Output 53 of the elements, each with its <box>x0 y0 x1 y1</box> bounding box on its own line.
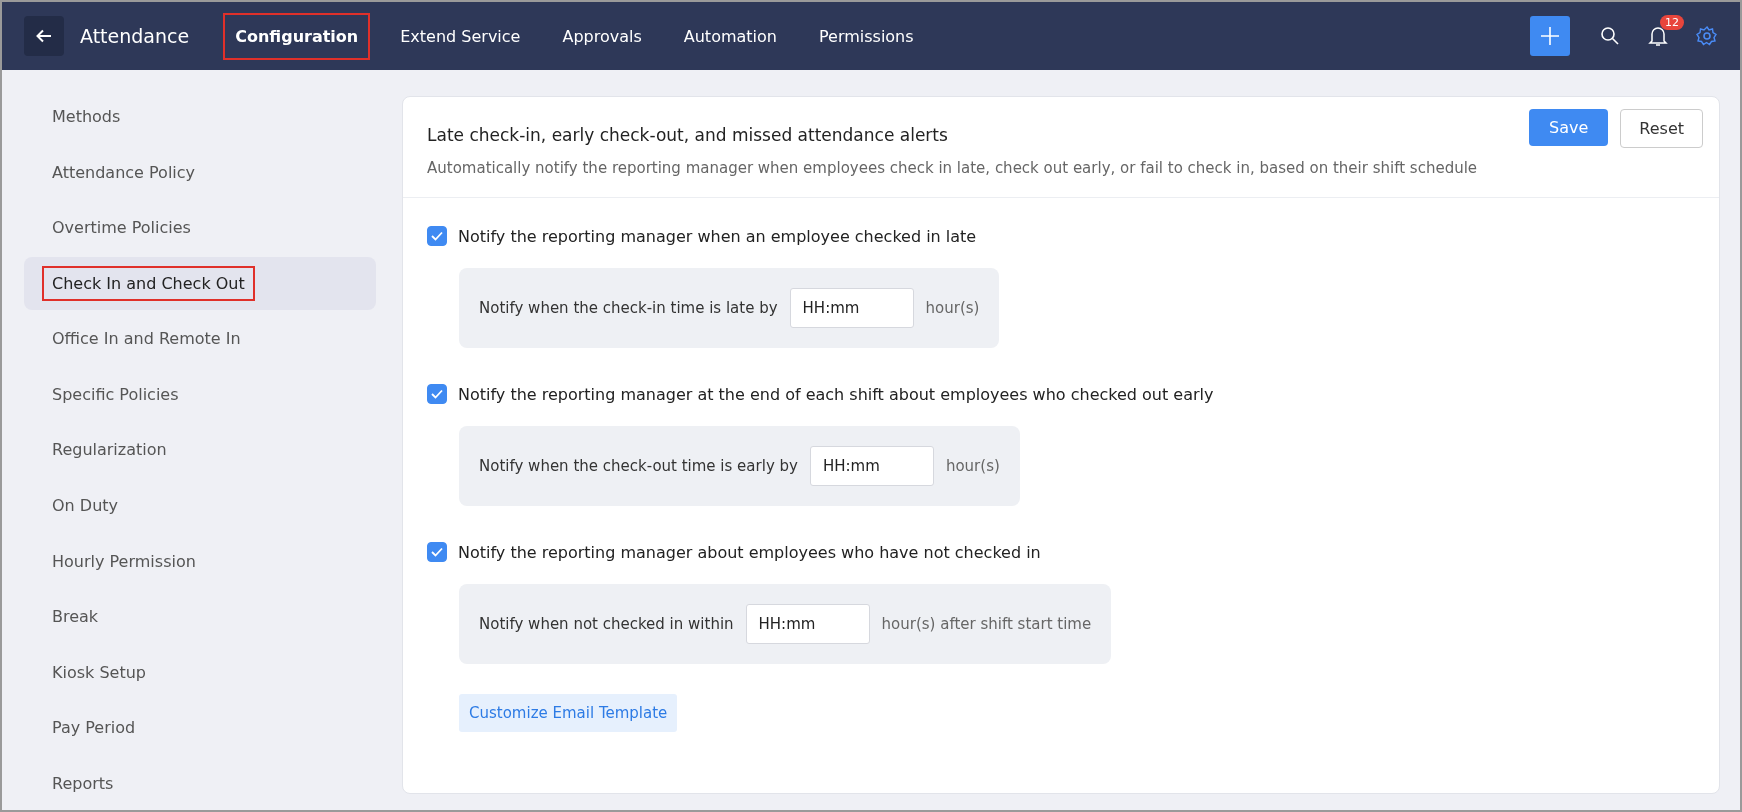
section-description: Automatically notify the reporting manager when employees check in late, check out early, or fail to check in, based on their shift schedule <box>427 159 1479 177</box>
search-button[interactable] <box>1600 26 1620 46</box>
time-input[interactable]: HH:mm <box>745 604 870 644</box>
search-icon <box>1600 26 1620 46</box>
section-title: Late check-in, early check-out, and missed attendance alerts <box>427 125 949 145</box>
sidebar-item[interactable]: On Duty <box>24 478 376 533</box>
threshold-label: Notify when the check-in time is late by <box>479 299 778 317</box>
nav-tab[interactable]: Automation <box>671 12 789 60</box>
sidebar-item[interactable]: Office In and Remote In <box>24 312 376 366</box>
checkbox-label: Notify the reporting manager when an employee checked in late <box>458 226 977 246</box>
bell-icon <box>1648 25 1668 47</box>
checkbox[interactable] <box>427 226 447 246</box>
sidebar-item[interactable]: Hourly Permission <box>24 534 376 588</box>
threshold-label: Notify when the check-out time is early by <box>479 457 798 475</box>
app-title: Attendance <box>80 25 190 47</box>
time-input[interactable]: HH:mm <box>789 288 914 328</box>
notification-count: 12 <box>1660 15 1684 30</box>
nav-tab[interactable]: Permissions <box>806 12 926 60</box>
save-button[interactable]: Save <box>1529 109 1609 146</box>
settings-button[interactable] <box>1696 25 1718 47</box>
customize-template-link[interactable]: Customize Email Template <box>459 694 678 732</box>
sidebar-item[interactable]: Kiosk Setup <box>24 645 376 699</box>
sidebar-item[interactable]: Check In and Check Out <box>24 256 376 311</box>
nav-tab[interactable]: Configuration <box>223 12 371 60</box>
sidebar-item[interactable]: Overtime Policies <box>24 201 376 255</box>
reset-button[interactable]: Reset <box>1620 109 1703 148</box>
nav-tab[interactable]: Approvals <box>550 12 654 60</box>
checkbox[interactable] <box>427 384 447 404</box>
sidebar-item[interactable]: Methods <box>24 90 376 144</box>
settings-icon <box>1696 25 1718 47</box>
sidebar-item[interactable]: Attendance Policy <box>24 145 376 200</box>
unit-label: hour(s) <box>925 299 980 317</box>
checkbox-label: Notify the reporting manager about employees who have not checked in <box>458 542 1041 562</box>
threshold-label: Notify when not checked in within <box>479 615 734 633</box>
sidebar-item[interactable]: Break <box>24 589 376 644</box>
checkmark-icon <box>431 231 443 241</box>
unit-label: hour(s) <box>945 457 1000 475</box>
unit-label: hour(s) after shift start time <box>881 615 1092 633</box>
back-button[interactable] <box>24 16 64 56</box>
time-input[interactable]: HH:mm <box>809 446 934 486</box>
notifications-button[interactable] <box>1648 25 1668 47</box>
checkbox[interactable] <box>427 542 447 562</box>
checkbox-label: Notify the reporting manager at the end of each shift about employees who checked out early <box>458 384 1214 404</box>
sidebar-item[interactable]: Specific Policies <box>24 367 376 422</box>
back-arrow-icon <box>35 27 53 45</box>
sidebar-item[interactable]: Reports <box>24 756 376 810</box>
plus-icon <box>1540 26 1560 46</box>
add-button[interactable] <box>1530 16 1570 56</box>
sidebar-item[interactable]: Pay Period <box>24 700 376 755</box>
nav-tab[interactable]: Extend Service <box>388 12 533 60</box>
sidebar-item[interactable]: Regularization <box>24 423 376 477</box>
checkmark-icon <box>431 547 443 557</box>
checkmark-icon <box>431 389 443 399</box>
